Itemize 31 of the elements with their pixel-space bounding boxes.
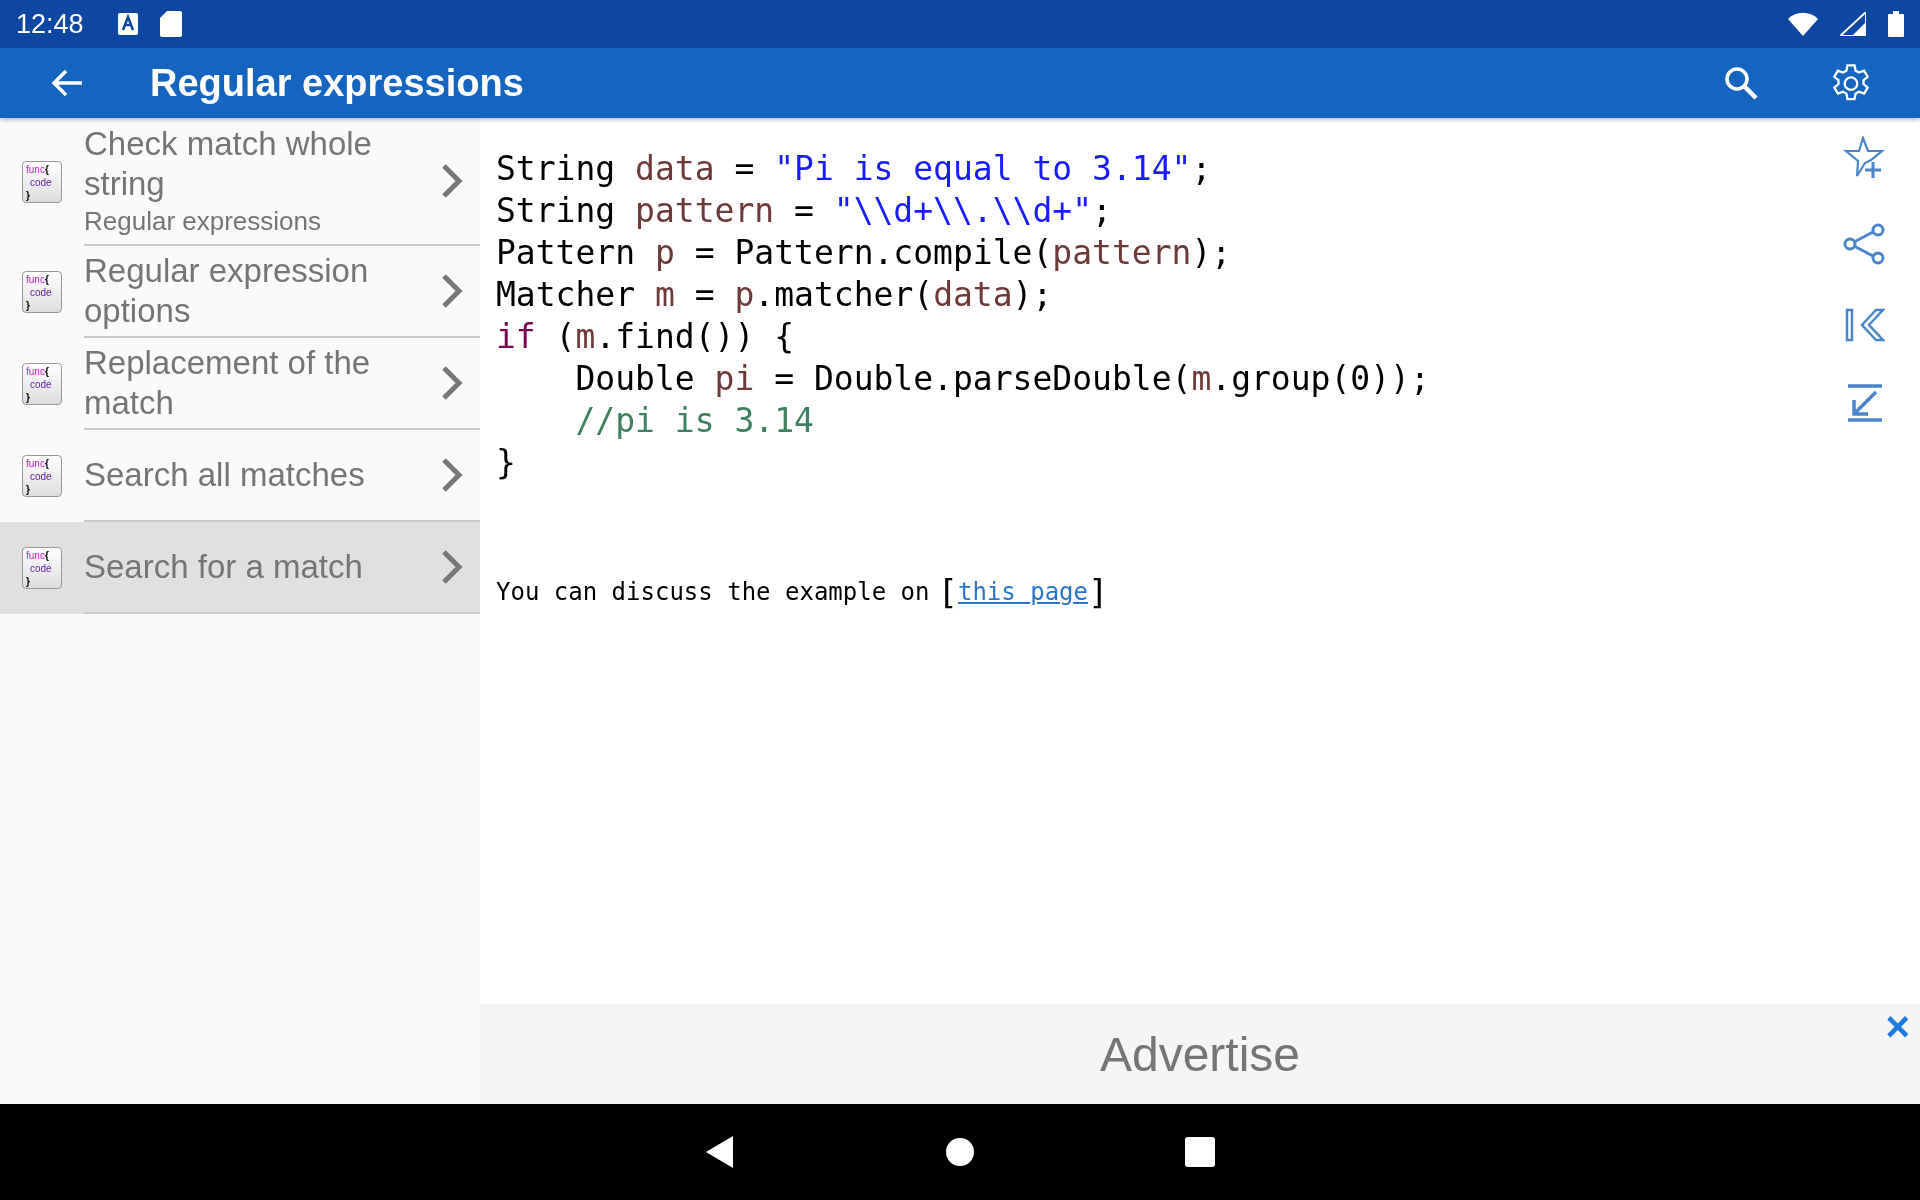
item-title: Search all matches: [84, 455, 366, 495]
code-file-icon: func{ code }: [22, 161, 62, 203]
discussion-link[interactable]: this page: [957, 578, 1088, 606]
list-item[interactable]: func{ code } Check match whole string Regular expressions: [0, 118, 480, 246]
code-line: //pi is 3.14: [574, 400, 815, 442]
code-file-icon: func{ code }: [22, 547, 62, 589]
code-line: }: [496, 442, 517, 484]
list-item[interactable]: func{ code } Regular expression options: [0, 246, 480, 338]
code-line: String data = "Pi is equal to 3.14";: [496, 148, 1213, 190]
app-bar-title: Regular expressions: [150, 61, 525, 105]
code-file-icon: func{ code }: [22, 363, 62, 405]
item-subtitle: Regular expressions: [84, 205, 322, 238]
bracket: ]: [1088, 572, 1109, 612]
code-file-icon: func{ code }: [22, 271, 62, 313]
item-title: Search for a match: [84, 547, 364, 587]
code-line: Pattern p = Pattern.compile(pattern);: [496, 232, 1233, 274]
code-line: Matcher m = p.matcher(data);: [496, 274, 1054, 316]
code-line: if (m.find()) {: [496, 316, 796, 358]
code-line: Double pi = Double.parseDouble(m.group(0));: [574, 358, 1431, 400]
list-item[interactable]: func{ code } Search for a match: [0, 522, 480, 614]
code-line: String pattern = "\\d+\\.\\d+";: [496, 190, 1113, 232]
bracket: [: [937, 572, 958, 612]
item-title: Replacement of the match: [84, 343, 372, 423]
code-file-icon: func{ code }: [22, 455, 62, 497]
close-button[interactable]: ×: [1881, 1006, 1914, 1048]
list-item[interactable]: func{ code } Replacement of the match: [0, 338, 480, 430]
item-title: Check match whole string: [84, 124, 373, 204]
status-time: 12:48: [16, 8, 84, 40]
discussion-text: You can discuss the example on: [496, 578, 930, 606]
item-title: Regular expression options: [84, 251, 370, 331]
ad-text: Advertise: [1099, 1026, 1301, 1082]
